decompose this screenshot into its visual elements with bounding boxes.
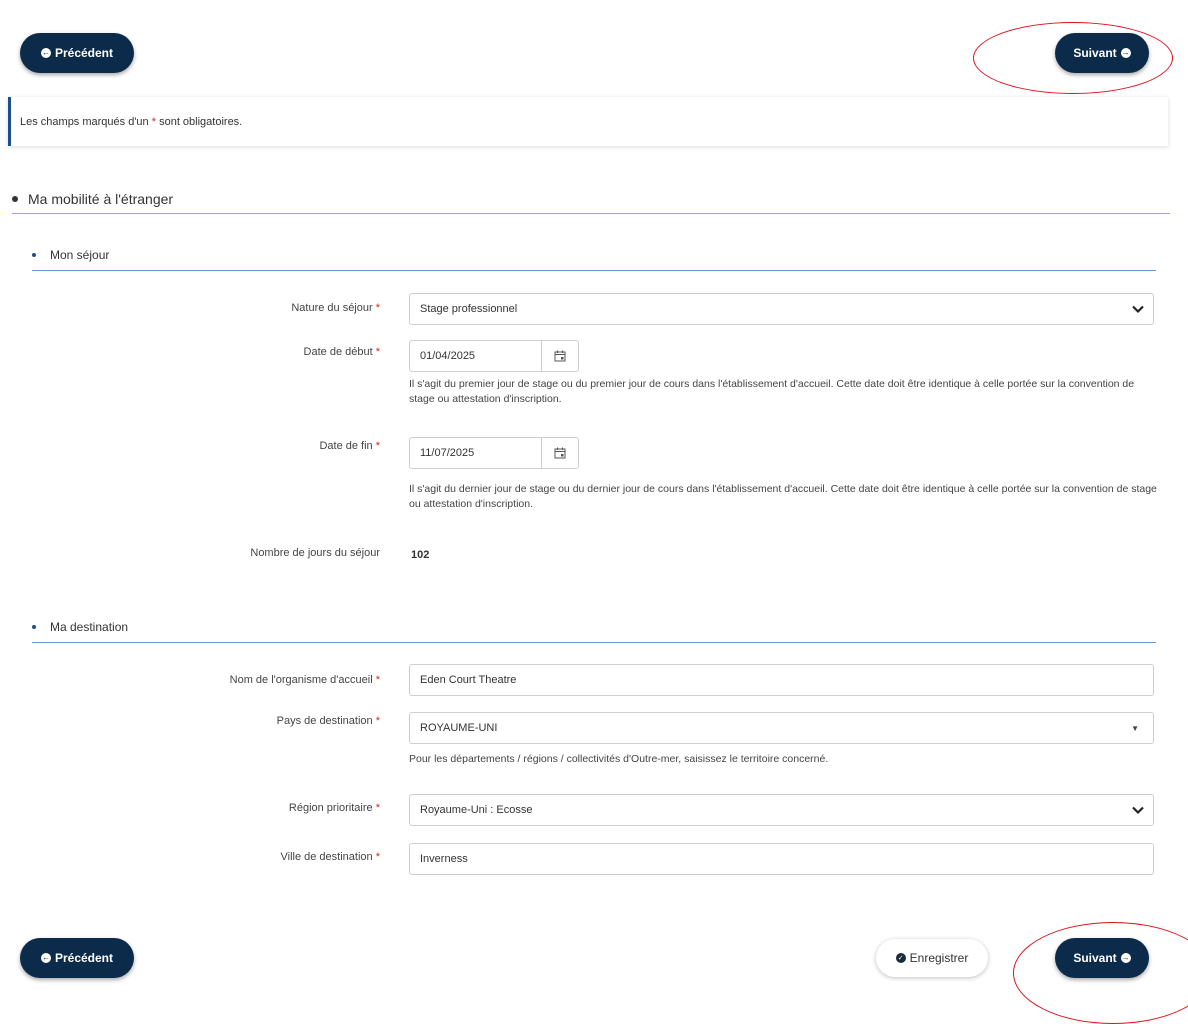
calendar-button-fin[interactable] xyxy=(541,438,578,468)
organisme-label: Nom de l'organisme d'accueil * xyxy=(229,674,380,686)
next-button-label: Suivant xyxy=(1073,46,1117,60)
previous-button-label: Précédent xyxy=(54,951,114,965)
organisme-value: Eden Court Theatre xyxy=(420,674,517,686)
date-fin-label: Date de fin * xyxy=(319,440,380,452)
triangle-down-icon: ▼ xyxy=(1131,724,1139,733)
calendar-icon xyxy=(554,350,566,362)
pays-label: Pays de destination * xyxy=(276,715,380,727)
save-button-label: Enregistrer xyxy=(909,951,969,965)
arrow-right-circle-icon: → xyxy=(1120,953,1131,963)
section-mobility-title: Ma mobilité à l'étranger xyxy=(12,191,1170,214)
calendar-icon xyxy=(554,447,566,459)
notice-suffix: sont obligatoires. xyxy=(159,115,243,128)
nature-label: Nature du séjour * xyxy=(291,302,380,314)
nombre-jours-label: Nombre de jours du séjour xyxy=(250,547,380,559)
arrow-right-circle-icon: → xyxy=(1120,48,1131,58)
arrow-left-circle-icon: ← xyxy=(40,953,51,963)
pays-select-value: ROYAUME-UNI xyxy=(420,722,498,734)
calendar-button-debut[interactable] xyxy=(541,341,578,371)
nombre-jours-value: 102 xyxy=(411,549,430,561)
subsection-destination-title: Ma destination xyxy=(32,620,1156,643)
required-fields-notice: Les champs marqués d'un * sont obligatoi… xyxy=(8,97,1168,146)
bullet-icon xyxy=(12,196,18,202)
next-button-top[interactable]: Suivant → xyxy=(1055,33,1149,73)
chevron-down-icon xyxy=(1132,305,1144,314)
notice-prefix: Les champs marqués d'un xyxy=(20,115,149,128)
region-label: Région prioritaire * xyxy=(288,802,380,814)
subsection-sejour-label: Mon séjour xyxy=(50,248,110,262)
subsection-destination-label: Ma destination xyxy=(50,620,129,634)
region-select[interactable]: Royaume-Uni : Ecosse xyxy=(409,794,1154,826)
date-fin-help: Il s'agit du dernier jour de stage ou du… xyxy=(409,483,1157,510)
nature-select[interactable]: Stage professionnel xyxy=(409,293,1154,325)
previous-button-top[interactable]: ← Précédent xyxy=(20,33,134,73)
pays-help: Pour les départements / régions / collec… xyxy=(409,753,829,765)
date-debut-input[interactable]: 01/04/2025 xyxy=(409,340,579,372)
date-fin-value: 11/07/2025 xyxy=(420,447,475,459)
ville-value: Inverness xyxy=(420,853,468,865)
pays-select[interactable]: ROYAUME-UNI ▼ xyxy=(409,712,1154,744)
chevron-down-icon xyxy=(1132,806,1144,815)
date-debut-help: Il s'agit du premier jour de stage ou du… xyxy=(409,378,1135,405)
section-mobility-label: Ma mobilité à l'étranger xyxy=(28,191,174,207)
previous-button-label: Précédent xyxy=(54,46,114,60)
bullet-icon xyxy=(32,253,36,257)
subsection-sejour-title: Mon séjour xyxy=(32,248,1156,271)
date-debut-value: 01/04/2025 xyxy=(420,350,476,362)
save-button[interactable]: ✓ Enregistrer xyxy=(876,939,988,977)
region-select-value: Royaume-Uni : Ecosse xyxy=(420,804,533,816)
previous-button-bottom[interactable]: ← Précédent xyxy=(20,938,134,978)
organisme-input[interactable]: Eden Court Theatre xyxy=(409,664,1154,696)
arrow-left-circle-icon: ← xyxy=(40,48,51,58)
date-debut-label: Date de début * xyxy=(303,346,380,358)
notice-asterisk: * xyxy=(151,115,157,128)
ville-input[interactable]: Inverness xyxy=(409,843,1154,875)
nature-select-value: Stage professionnel xyxy=(420,303,518,315)
bullet-icon xyxy=(32,625,36,629)
check-circle-icon: ✓ xyxy=(895,953,906,963)
date-fin-input[interactable]: 11/07/2025 xyxy=(409,437,579,469)
next-button-bottom[interactable]: Suivant → xyxy=(1055,938,1149,978)
ville-label: Ville de destination * xyxy=(280,851,381,863)
next-button-label: Suivant xyxy=(1073,951,1117,965)
